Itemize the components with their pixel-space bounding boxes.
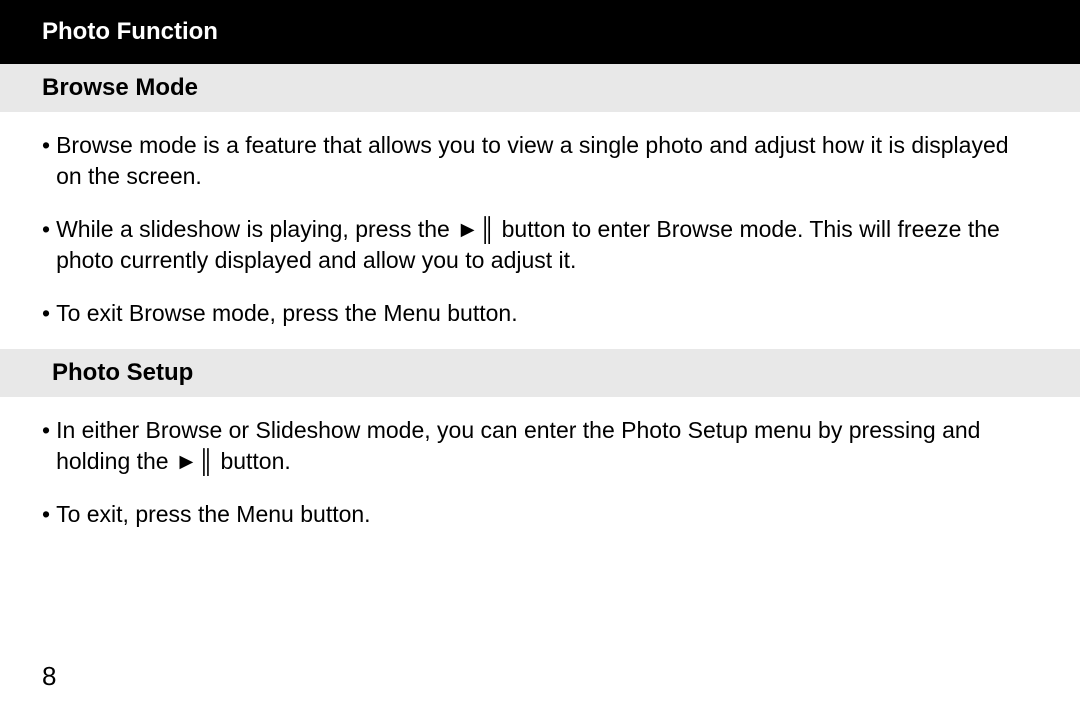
list-item: • While a slideshow is playing, press th…	[42, 214, 1038, 276]
manual-page: Photo Function Browse Mode • Browse mode…	[0, 0, 1080, 720]
list-item: • Browse mode is a feature that allows y…	[42, 130, 1038, 192]
section-heading-browse: Browse Mode	[0, 64, 1080, 112]
section-content-setup: • In either Browse or Slideshow mode, yo…	[0, 397, 1080, 550]
bullet-icon: •	[42, 214, 50, 245]
bullet-text: To exit Browse mode, press the Menu butt…	[56, 298, 1038, 329]
bullet-icon: •	[42, 499, 50, 530]
section-title: Browse Mode	[42, 74, 198, 101]
bullet-icon: •	[42, 415, 50, 446]
bullet-text: In either Browse or Slideshow mode, you …	[56, 415, 1038, 477]
bullet-icon: •	[42, 130, 50, 161]
bullet-text: Browse mode is a feature that allows you…	[56, 130, 1038, 192]
bullet-icon: •	[42, 298, 50, 329]
section-title: Photo Setup	[52, 359, 193, 386]
page-number: 8	[42, 661, 56, 692]
section-content-browse: • Browse mode is a feature that allows y…	[0, 112, 1080, 349]
list-item: • In either Browse or Slideshow mode, yo…	[42, 415, 1038, 477]
section-heading-setup: Photo Setup	[0, 349, 1080, 397]
page-title-bar: Photo Function	[0, 0, 1080, 64]
page-title: Photo Function	[42, 18, 218, 45]
list-item: • To exit Browse mode, press the Menu bu…	[42, 298, 1038, 329]
bullet-text: While a slideshow is playing, press the …	[56, 214, 1038, 276]
bullet-text: To exit, press the Menu button.	[56, 499, 1038, 530]
list-item: • To exit, press the Menu button.	[42, 499, 1038, 530]
